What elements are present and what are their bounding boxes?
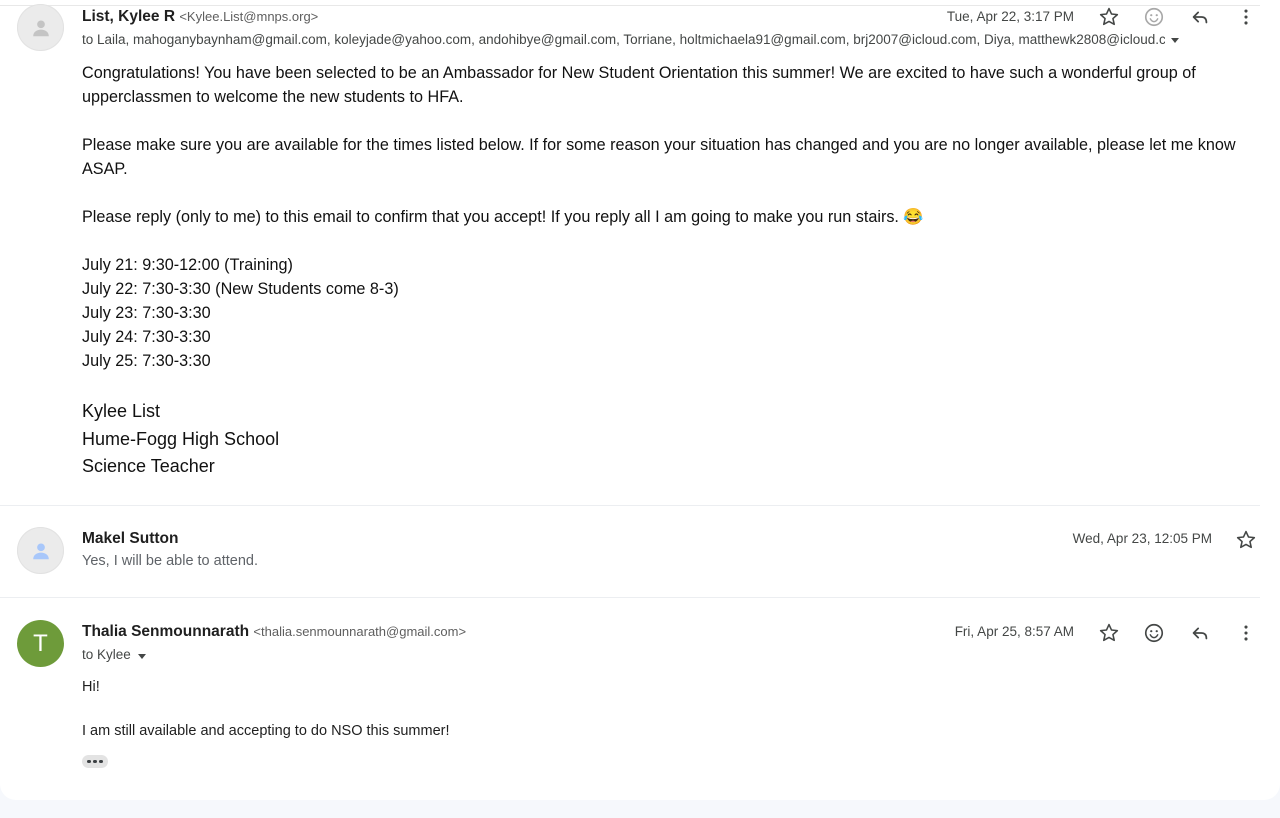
signature-school: Hume-Fogg High School [82,429,280,449]
schedule-item: July 21: 9:30-12:00 (Training) [82,256,293,274]
person-icon [32,542,49,559]
sender-name[interactable]: Thalia Senmounnarath [82,623,249,640]
sender-email: <thalia.senmounnarath@gmail.com> [253,624,467,639]
reply-icon[interactable] [1186,619,1214,647]
signature-title: Science Teacher [82,456,215,476]
sender-name[interactable]: List, Kylee R [82,8,175,25]
schedule-item: July 23: 7:30-3:30 [82,304,211,322]
chevron-down-icon[interactable] [138,654,146,659]
sender-line: Thalia Senmounnarath <thalia.senmounnara… [82,623,466,641]
sender-line: List, Kylee R <Kylee.List@mnps.org> [82,8,318,26]
message-paragraph: Please reply (only to me) to this email … [82,208,924,226]
sender-avatar[interactable] [17,527,64,574]
message-date: Wed, Apr 23, 12:05 PM [1072,531,1212,546]
schedule-item: July 22: 7:30-3:30 (New Students come 8-… [82,280,399,298]
schedule-list: July 21: 9:30-12:00 (Training) July 22: … [82,253,399,373]
recipients-line: to Laila, mahoganybaynham@gmail.com, kol… [82,32,1165,47]
show-trimmed-icon[interactable] [82,755,108,768]
message-divider [0,597,1260,598]
message-date: Tue, Apr 22, 3:17 PM [946,9,1074,24]
star-icon[interactable] [1095,619,1123,647]
message-greeting: Hi! [82,679,100,695]
chevron-down-icon[interactable] [1171,38,1179,43]
message-snippet[interactable]: Yes, I will be able to attend. [82,553,258,569]
sender-avatar[interactable] [17,4,64,51]
reply-icon[interactable] [1186,3,1214,31]
star-icon[interactable] [1232,526,1260,554]
message-body: I am still available and accepting to do… [82,723,450,739]
more-vert-icon[interactable] [1232,619,1260,647]
message-paragraph: Please make sure you are available for t… [82,136,1236,178]
sender-line[interactable]: Makel Sutton [82,530,178,548]
sender-name[interactable]: Makel Sutton [82,530,178,547]
top-divider [0,5,1260,6]
message-paragraph: Congratulations! You have been selected … [82,64,1196,106]
avatar-letter: T [33,629,48,657]
message-divider [0,505,1260,506]
emoji-icon[interactable] [1140,3,1168,31]
email-thread: List, Kylee R <Kylee.List@mnps.org> to L… [0,0,1280,800]
sender-avatar[interactable]: T [17,620,64,667]
schedule-item: July 24: 7:30-3:30 [82,328,211,346]
schedule-item: July 25: 7:30-3:30 [82,352,211,370]
sender-email: <Kylee.List@mnps.org> [179,9,319,24]
person-icon [32,19,49,36]
signature-name: Kylee List [82,401,161,421]
message-date: Fri, Apr 25, 8:57 AM [954,624,1074,639]
more-vert-icon[interactable] [1232,3,1260,31]
recipients-line: to Kylee [82,647,131,662]
emoji-icon[interactable] [1140,619,1168,647]
star-icon[interactable] [1095,3,1123,31]
